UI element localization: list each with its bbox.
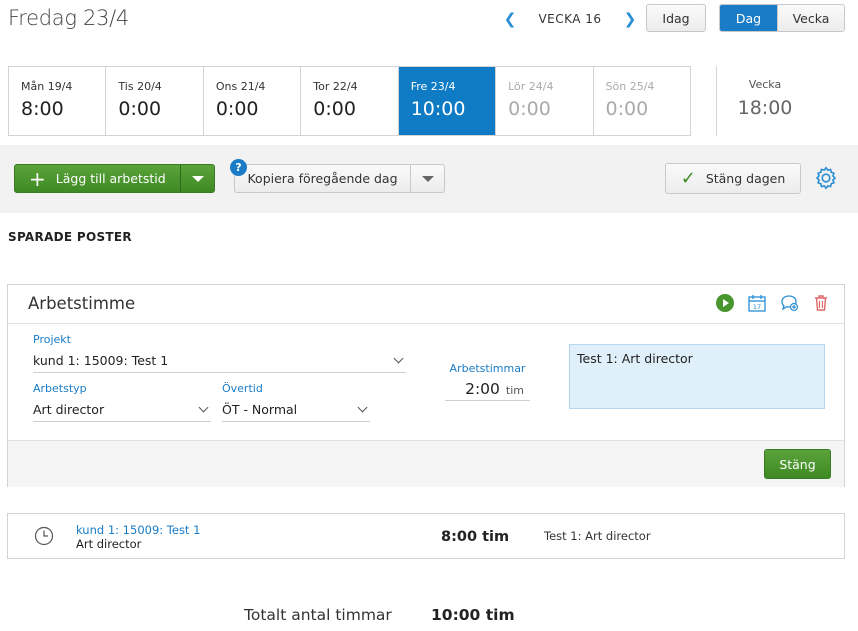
day-hours: 8:00 [21, 98, 64, 120]
card-title: Arbetstimme [28, 294, 136, 313]
entry-hours: 8:00 tim [441, 529, 510, 545]
day-hours: 0:00 [215, 98, 259, 120]
day-label: Ons 21/4 [215, 80, 266, 93]
svg-text:17: 17 [753, 303, 761, 311]
chevron-down-icon [198, 402, 209, 413]
day-label: Tis 20/4 [118, 80, 162, 93]
worktype-value: Art director [33, 402, 105, 417]
close-editor-button[interactable]: Stäng [764, 449, 831, 479]
project-field: Projekt kund 1: 15009: Test 1 [33, 333, 406, 373]
close-day-button[interactable]: ✓ Stäng dagen [665, 163, 801, 194]
day-label: Fre 23/4 [410, 80, 456, 93]
description-textarea[interactable]: Test 1: Art director [569, 344, 825, 409]
week-total-hours: 18:00 [737, 97, 793, 119]
saved-entry-row[interactable]: kund 1: 15009: Test 1 Art director 8:00 … [7, 513, 845, 559]
day-label: Mån 19/4 [21, 80, 73, 93]
day-hours: 10:00 [410, 98, 466, 120]
add-worktime-button[interactable]: + Lägg till arbetstid [14, 164, 215, 193]
overtime-value: ÖT - Normal [222, 402, 298, 417]
day-hours: 0:00 [313, 98, 356, 120]
week-view-button[interactable]: Vecka [777, 5, 844, 31]
day-hours: 0:00 [118, 98, 162, 120]
hours-unit: tim [505, 384, 524, 397]
card-header: Arbetstimme 17 [8, 285, 844, 324]
day-label: Tor 22/4 [313, 80, 358, 93]
card-footer: Stäng [8, 440, 844, 487]
entry-description: Test 1: Art director [544, 529, 651, 543]
close-day-label: Stäng dagen [705, 171, 786, 186]
day-tab-wed[interactable]: Ons 21/4 0:00 [203, 67, 302, 135]
play-icon[interactable] [714, 292, 736, 314]
project-value: kund 1: 15009: Test 1 [33, 353, 169, 368]
day-label: Lör 24/4 [508, 80, 554, 93]
next-week-chevron-icon[interactable]: ❯ [620, 10, 640, 28]
add-worktime-label: Lägg till arbetstid [55, 171, 166, 186]
hours-field: Arbetstimmar 2:00 tim [445, 362, 530, 401]
worktime-editor-card: Arbetstimme 17 Projekt kund 1: 15009: Te… [7, 284, 845, 487]
total-hours-label: Totalt antal timmar [244, 606, 392, 624]
add-worktime-dropdown[interactable] [181, 165, 214, 192]
day-hours: 0:00 [508, 98, 551, 120]
clock-icon [34, 526, 54, 546]
day-tab-sat[interactable]: Lör 24/4 0:00 [496, 67, 594, 135]
copy-previous-day-button[interactable]: Kopiera föregående dag [234, 164, 445, 193]
overtime-select[interactable]: ÖT - Normal [222, 402, 370, 422]
prev-week-chevron-icon[interactable]: ❮ [500, 10, 520, 28]
day-hours: 0:00 [605, 98, 649, 120]
entry-worktype: Art director [76, 537, 142, 551]
caret-down-icon [421, 175, 434, 182]
chevron-down-icon [357, 402, 368, 413]
calendar-icon[interactable]: 17 [746, 292, 768, 314]
hours-label: Arbetstimmar [449, 362, 526, 375]
day-tab-mon[interactable]: Mån 19/4 8:00 [9, 67, 107, 135]
today-button[interactable]: Idag [646, 4, 706, 32]
day-tab-tue[interactable]: Tis 20/4 0:00 [106, 67, 204, 135]
week-label: VECKA 16 [538, 12, 602, 26]
day-tab-thu[interactable]: Tor 22/4 0:00 [301, 67, 399, 135]
worktype-select[interactable]: Art director [33, 402, 211, 422]
day-strip: Mån 19/4 8:00 Tis 20/4 0:00 Ons 21/4 0:0… [8, 66, 691, 136]
chevron-down-icon [393, 353, 404, 364]
project-label: Projekt [33, 333, 71, 346]
hours-input[interactable]: 2:00 tim [445, 380, 530, 401]
day-tab-sun[interactable]: Sön 25/4 0:00 [593, 67, 690, 135]
view-toggle: Dag Vecka [719, 4, 845, 32]
checkmark-icon: ✓ [680, 168, 696, 189]
hours-value: 2:00 [465, 380, 500, 398]
saved-entries-title: SPARADE POSTER [8, 230, 132, 244]
trash-icon[interactable] [810, 292, 832, 314]
week-total: Vecka 18:00 [720, 78, 810, 119]
overtime-field: Övertid ÖT - Normal [222, 382, 370, 422]
entry-project[interactable]: kund 1: 15009: Test 1 [76, 523, 200, 537]
total-hours-value: 10:00 tim [431, 606, 515, 624]
copy-previous-day-label[interactable]: Kopiera föregående dag [235, 165, 411, 192]
add-comment-icon[interactable] [778, 292, 800, 314]
day-view-button[interactable]: Dag [720, 5, 777, 31]
project-select[interactable]: kund 1: 15009: Test 1 [33, 353, 406, 373]
worktype-label: Arbetstyp [33, 382, 87, 395]
page-title: Fredag 23/4 [8, 6, 129, 30]
day-tab-fri[interactable]: Fre 23/4 10:00 [398, 67, 497, 135]
plus-icon: + [29, 166, 46, 191]
day-label: Sön 25/4 [605, 80, 655, 93]
copy-previous-day-dropdown[interactable] [411, 165, 444, 192]
card-actions: 17 [714, 292, 832, 314]
week-navigator: ❮ VECKA 16 ❯ [500, 9, 640, 29]
gear-icon[interactable] [813, 165, 839, 191]
divider [716, 66, 717, 136]
overtime-label: Övertid [222, 382, 263, 395]
help-icon[interactable]: ? [230, 159, 247, 176]
week-total-label: Vecka [748, 78, 782, 91]
worktype-field: Arbetstyp Art director [33, 382, 211, 422]
caret-down-icon [191, 175, 204, 182]
add-worktime-main[interactable]: + Lägg till arbetstid [15, 165, 181, 192]
